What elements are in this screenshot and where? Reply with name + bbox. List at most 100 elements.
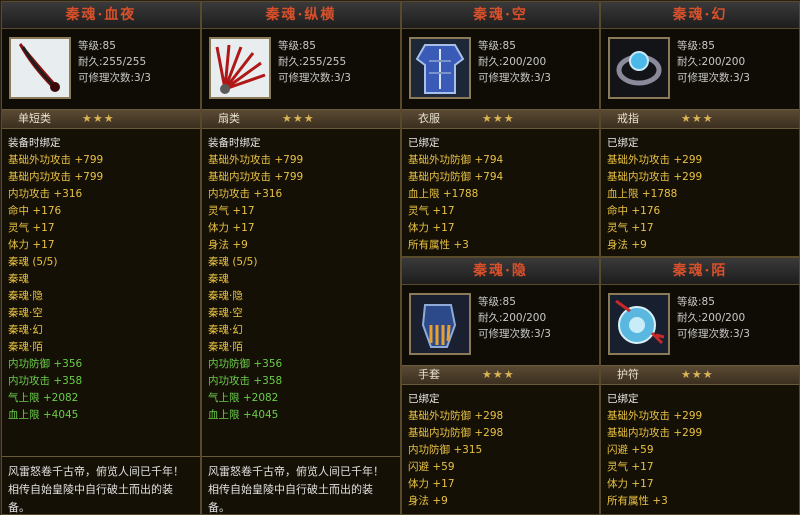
attr-line: 基础内功攻击 +299: [607, 427, 703, 439]
item-level: 等级:85: [677, 296, 715, 308]
attr-line: 已绑定: [408, 137, 440, 149]
attr-line: 内功攻击 +316: [208, 188, 283, 200]
attr-line: 身法 +9: [408, 495, 448, 507]
attr-line: 身法 +9: [208, 239, 248, 251]
item-type: 护符: [617, 368, 639, 381]
item-description: 风雷怒卷千古帝，俯览人间已千年！相传自始皇陵中自行破土而出的装备。: [2, 456, 200, 514]
attr-line: 基础外功防御 +298: [408, 410, 504, 422]
star-rating-icon: ★★★: [681, 112, 714, 125]
glove-icon[interactable]: [409, 293, 471, 355]
item-level: 等级:85: [278, 40, 316, 52]
attr-line: 身法 +9: [607, 239, 647, 251]
item-type-bar: 衣服 ★★★: [402, 109, 599, 129]
item-type-bar: 戒指 ★★★: [601, 109, 799, 129]
attr-line: 基础外功攻击 +799: [208, 154, 304, 166]
attr-line: 血上限 +4045: [208, 409, 279, 421]
amulet-icon[interactable]: [608, 293, 670, 355]
attr-line: 秦魂 (5/5): [8, 256, 58, 268]
star-rating-icon: ★★★: [681, 368, 714, 381]
attr-line: 气上限 +2082: [208, 392, 279, 404]
attr-line: 已绑定: [607, 137, 639, 149]
attr-line: 秦魂·隐: [208, 290, 243, 302]
attr-line: 秦魂·空: [208, 307, 243, 319]
item-level: 等级:85: [677, 40, 715, 52]
item-tooltip-card: 秦魂·血夜 等级:85 耐久:255/255 可修理次数:3/3 单短类 ★★★…: [1, 1, 201, 515]
star-rating-icon: ★★★: [482, 368, 515, 381]
item-durability: 耐久:200/200: [478, 312, 547, 324]
attr-line: 基础内功防御 +298: [408, 427, 504, 439]
attr-line: 血上限 +1788: [408, 188, 479, 200]
attr-line: 灵气 +17: [8, 222, 55, 234]
attr-line: 基础外功攻击 +799: [8, 154, 104, 166]
attr-line: 所有属性 +3: [408, 239, 469, 251]
attr-line: 闪避 +59: [408, 461, 455, 473]
item-repair-count: 可修理次数:3/3: [677, 328, 750, 340]
item-level: 等级:85: [78, 40, 116, 52]
item-tooltip-card: 秦魂·幻 等级:85 耐久:200/200 可修理次数:3/3 戒指 ★★★ 已…: [600, 1, 800, 257]
attr-line: 血上限 +4045: [8, 409, 79, 421]
item-durability: 耐久:255/255: [78, 56, 147, 68]
attr-line: 已绑定: [408, 393, 440, 405]
item-repair-count: 可修理次数:3/3: [478, 72, 551, 84]
attr-line: 基础外功攻击 +299: [607, 410, 703, 422]
star-rating-icon: ★★★: [82, 112, 115, 125]
ring-icon[interactable]: [608, 37, 670, 99]
item-durability: 耐久:200/200: [478, 56, 547, 68]
item-repair-count: 可修理次数:3/3: [278, 72, 351, 84]
item-title: 秦魂·陌: [601, 258, 799, 285]
attr-line: 体力 +17: [607, 478, 654, 490]
attr-line: 内功攻击 +358: [208, 375, 283, 387]
attr-line: 秦魂 (5/5): [208, 256, 258, 268]
attr-line: 秦魂·隐: [8, 290, 43, 302]
attr-line: 体力 +17: [208, 222, 255, 234]
item-type-bar: 扇类 ★★★: [202, 109, 400, 129]
attr-line: 体力 +17: [408, 478, 455, 490]
item-type: 单短类: [18, 112, 51, 125]
fan-icon[interactable]: [209, 37, 271, 99]
armor-icon[interactable]: [409, 37, 471, 99]
attr-line: 内功攻击 +358: [8, 375, 83, 387]
attr-line: 气上限 +2082: [8, 392, 79, 404]
item-type: 手套: [418, 368, 440, 381]
attr-line: 秦魂·幻: [8, 324, 43, 336]
attr-line: 秦魂·空: [8, 307, 43, 319]
attr-line: 灵气 +17: [208, 205, 255, 217]
item-tooltip-card: 秦魂·隐 等级:85 耐久:200/200 可修理次数:3/3 手套 ★★★ 已…: [401, 257, 600, 515]
attr-line: 已绑定: [607, 393, 639, 405]
item-type-bar: 手套 ★★★: [402, 365, 599, 385]
item-level: 等级:85: [478, 296, 516, 308]
star-rating-icon: ★★★: [482, 112, 515, 125]
item-title: 秦魂·空: [402, 2, 599, 29]
attr-line: 基础外功攻击 +299: [607, 154, 703, 166]
attr-line: 内功防御 +315: [408, 444, 483, 456]
attr-line: 灵气 +17: [607, 461, 654, 473]
attr-line: 秦魂: [8, 273, 29, 285]
attr-line: 命中 +176: [8, 205, 62, 217]
item-description: 风雷怒卷千古帝，俯览人间已千年！相传自始皇陵中自行破土而出的装备。: [202, 456, 400, 514]
attr-line: 秦魂: [208, 273, 229, 285]
item-tooltip-card: 秦魂·空 等级:85 耐久:200/200 可修理次数:3/3 衣服 ★★★ 已…: [401, 1, 600, 257]
attr-line: 内功防御 +356: [208, 358, 283, 370]
attr-line: 灵气 +17: [607, 222, 654, 234]
attr-line: 装备时绑定: [208, 137, 261, 149]
attr-line: 体力 +17: [8, 239, 55, 251]
item-durability: 耐久:200/200: [677, 312, 746, 324]
attr-line: 基础内功攻击 +299: [607, 171, 703, 183]
attr-line: 灵气 +17: [408, 205, 455, 217]
attr-line: 秦魂·幻: [208, 324, 243, 336]
attr-line: 基础内功攻击 +799: [8, 171, 104, 183]
item-repair-count: 可修理次数:3/3: [78, 72, 151, 84]
attr-line: 秦魂·陌: [8, 341, 43, 353]
dagger-icon[interactable]: [9, 37, 71, 99]
attr-line: 基础内功攻击 +799: [208, 171, 304, 183]
attr-line: 血上限 +1788: [607, 188, 678, 200]
item-title: 秦魂·纵横: [202, 2, 400, 29]
attr-line: 内功防御 +356: [8, 358, 83, 370]
attr-line: 基础内功防御 +794: [408, 171, 504, 183]
attr-line: 体力 +17: [408, 222, 455, 234]
star-rating-icon: ★★★: [282, 112, 315, 125]
attr-line: 命中 +176: [607, 205, 661, 217]
item-level: 等级:85: [478, 40, 516, 52]
item-durability: 耐久:255/255: [278, 56, 347, 68]
item-type: 戒指: [617, 112, 639, 125]
